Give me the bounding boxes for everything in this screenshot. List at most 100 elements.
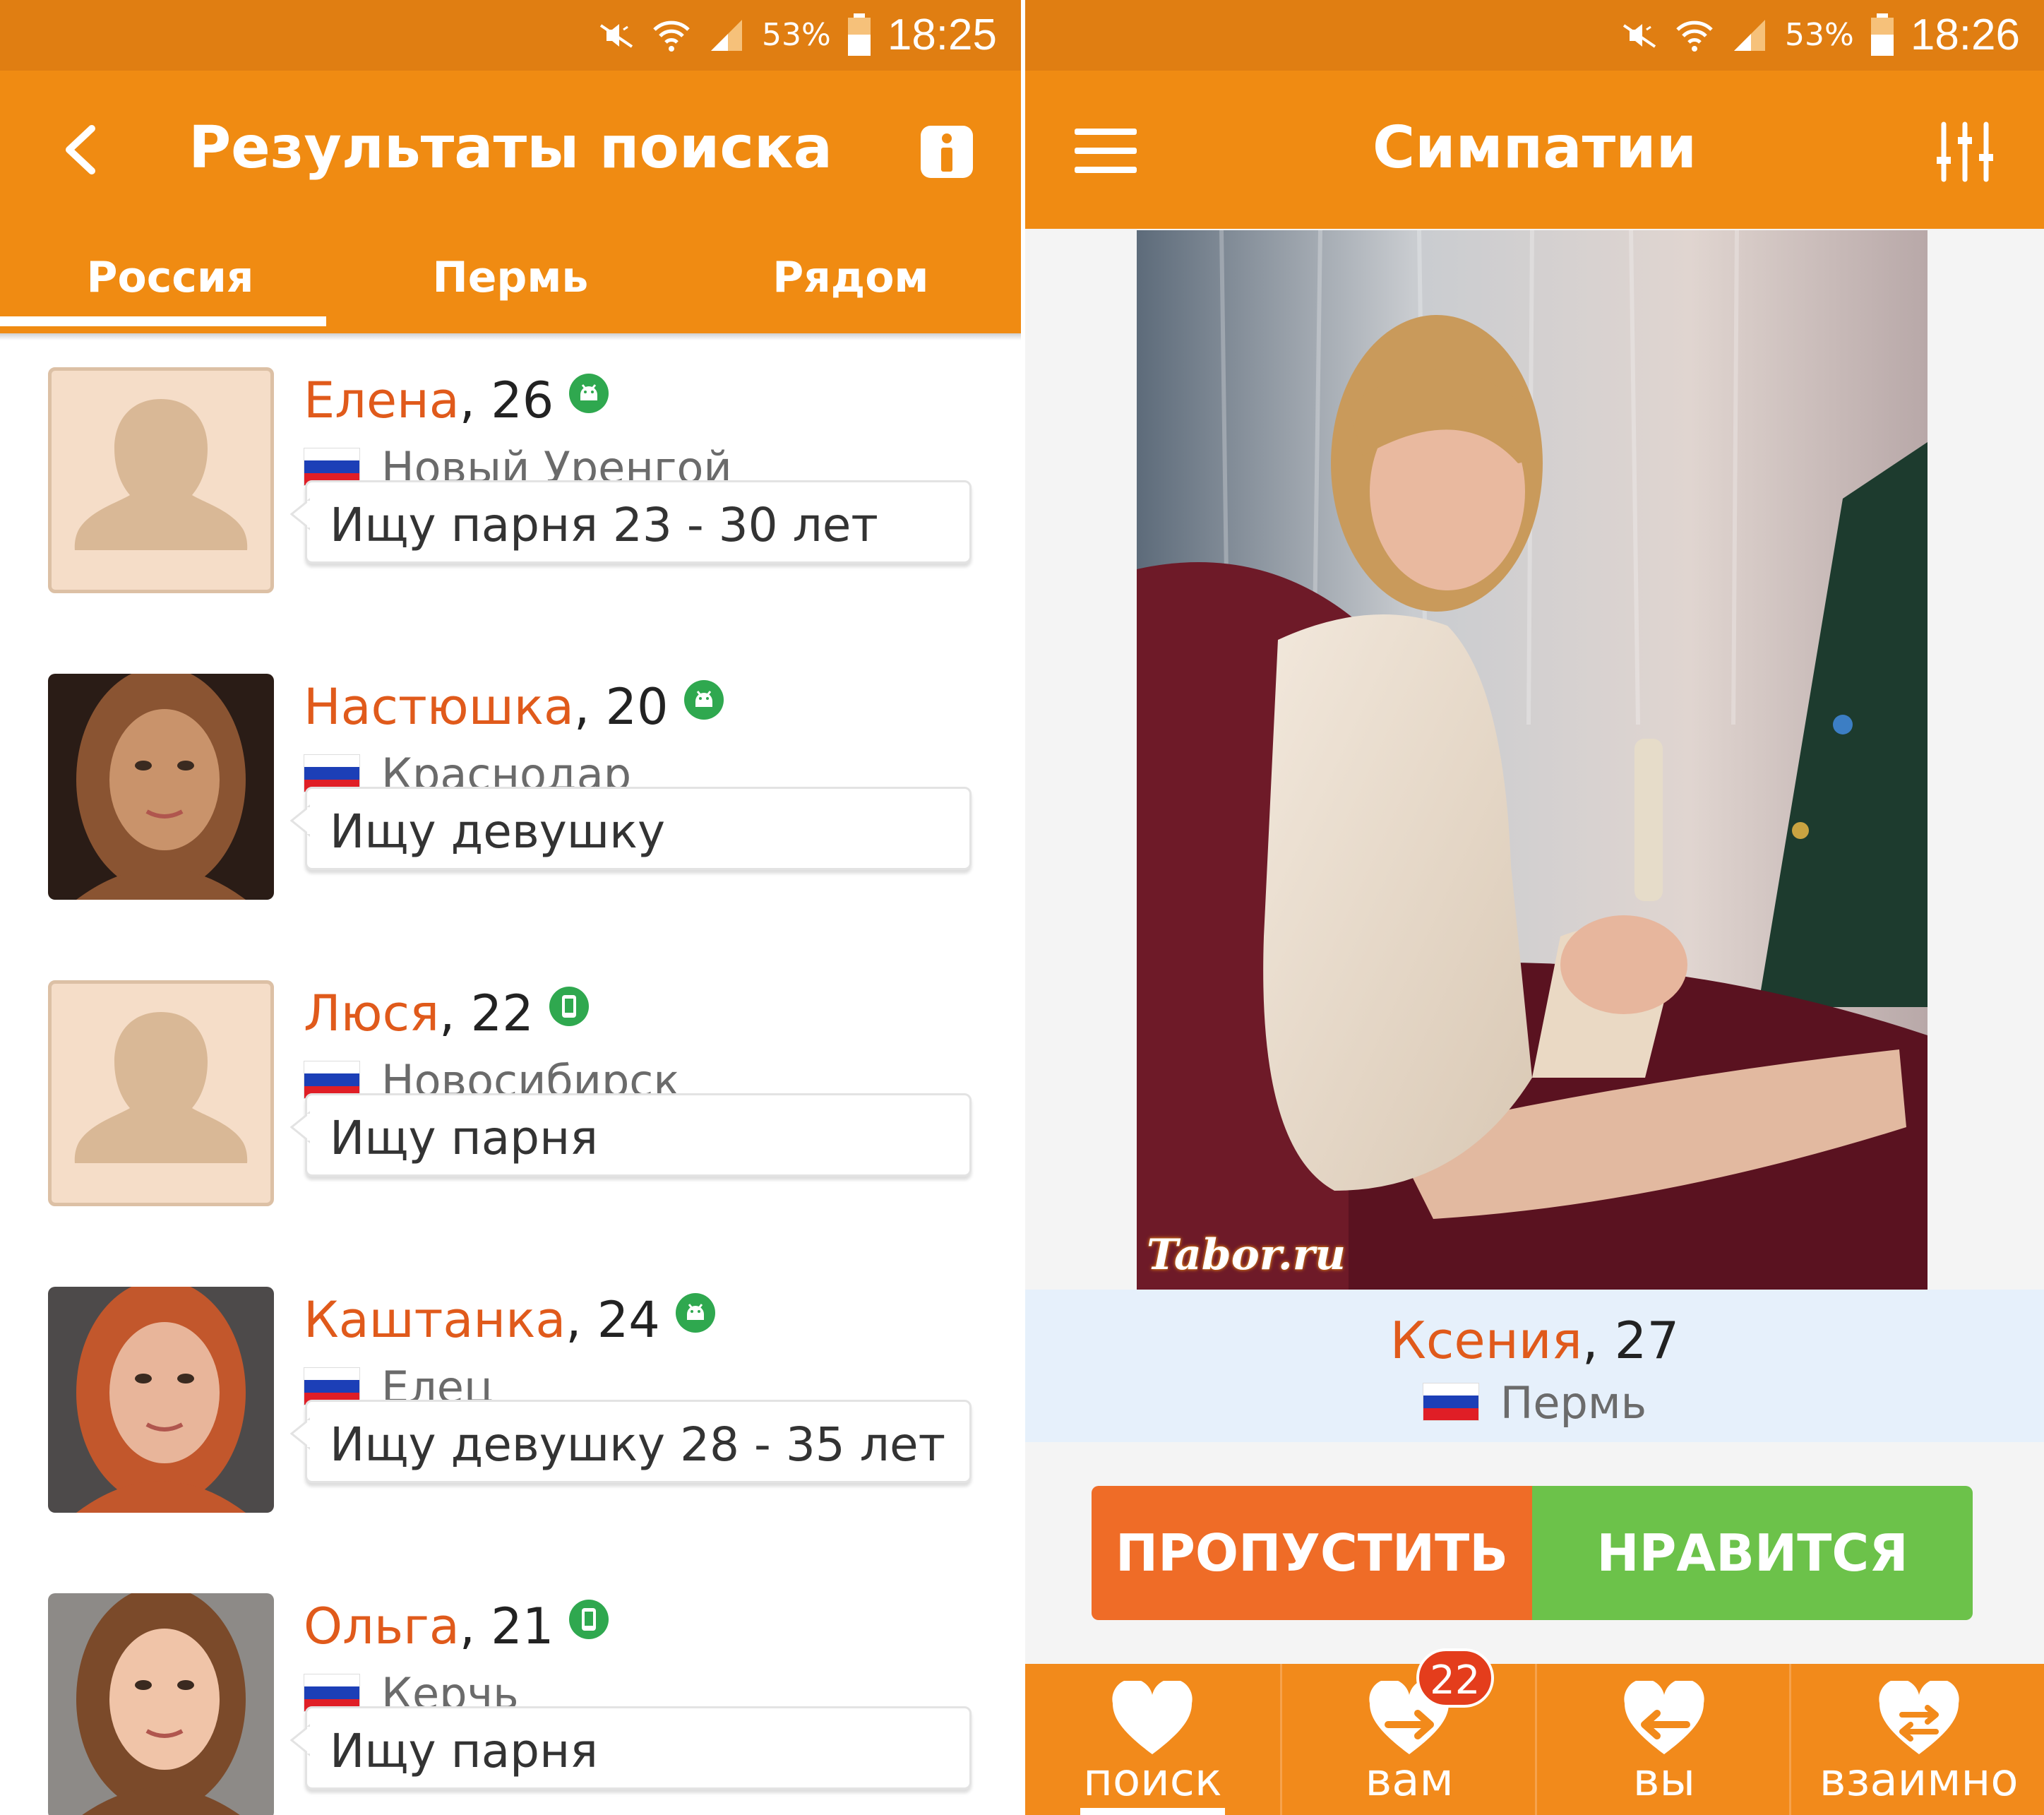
seeking-text: Ищу парня 23 - 30 лет xyxy=(330,498,878,552)
mute-icon xyxy=(599,23,633,48)
filter-sliders-icon[interactable] xyxy=(1935,120,1995,184)
nav-search-label: поиск xyxy=(1083,1754,1222,1807)
nav-to-you[interactable]: 22 вам xyxy=(1279,1648,1537,1815)
clock: 18:25 xyxy=(887,11,997,59)
avatar-photo[interactable] xyxy=(48,1593,274,1815)
user-age: , 20 xyxy=(573,678,669,736)
seeking-text: Ищу парня xyxy=(330,1111,598,1165)
list-item[interactable]: Каштанка, 24 Елец Ищу девушку 28 - 35 лет xyxy=(0,1261,1021,1570)
user-age: , 24 xyxy=(566,1291,660,1349)
person-silhouette-icon xyxy=(74,399,248,550)
seeking-bubble: Ищу парня xyxy=(290,1093,972,1177)
incoming-count-badge: 22 xyxy=(1416,1648,1494,1708)
tabs-shadow xyxy=(0,333,1021,340)
heart-mutual-icon xyxy=(1879,1681,1959,1754)
person-silhouette-icon xyxy=(74,1012,248,1163)
watermark: Tabor.ru xyxy=(1147,1230,1346,1280)
list-item[interactable]: Ольга, 21 Керчь Ищу парня xyxy=(0,1568,1021,1815)
android-icon xyxy=(569,374,609,413)
app-bar: Результаты поиска xyxy=(0,71,1021,229)
battery-icon xyxy=(1870,13,1894,56)
wifi-icon xyxy=(653,20,690,52)
mute-icon xyxy=(1622,23,1656,48)
nav-active-indicator xyxy=(1080,1808,1225,1815)
avatar-photo[interactable] xyxy=(48,1287,274,1513)
bubble-tail xyxy=(290,804,310,837)
sympathy-screen: 53% 18:26 Симпатии Tabor.ru Ксения, 27 П… xyxy=(1025,0,2044,1815)
seeking-text: Ищу девушку 28 - 35 лет xyxy=(330,1417,946,1472)
skip-button[interactable]: ПРОПУСТИТЬ xyxy=(1092,1486,1532,1620)
name-line: Каштанка, 24 xyxy=(304,1291,715,1349)
app-bar: Симпатии xyxy=(1025,71,2044,229)
name-line: Настюшка, 20 xyxy=(304,678,724,736)
user-name[interactable]: Настюшка xyxy=(304,678,574,736)
nav-search[interactable]: поиск xyxy=(1025,1664,1280,1815)
user-age: , 22 xyxy=(439,984,534,1042)
profile-photo-image xyxy=(1137,230,1928,1290)
profile-age: , 27 xyxy=(1582,1311,1680,1370)
list-item[interactable]: Елена, 26 Новый Уренгой Ищу парня 23 - 30 … xyxy=(0,342,1021,650)
bubble-tail xyxy=(290,1724,310,1756)
like-button[interactable]: НРАВИТСЯ xyxy=(1532,1486,1973,1620)
heart-icon xyxy=(1112,1681,1193,1754)
mobile-icon xyxy=(549,987,589,1026)
bubble-tail xyxy=(290,1417,310,1450)
user-age: , 21 xyxy=(459,1597,554,1655)
name-line: Люся, 22 xyxy=(304,984,589,1042)
profile-city: Пермь xyxy=(1500,1377,1647,1429)
name-line: Ольга, 21 xyxy=(304,1597,609,1655)
bubble-tail xyxy=(290,1111,310,1143)
avatar-photo-image xyxy=(48,1287,274,1513)
profile-city-line: Пермь xyxy=(1025,1377,2044,1429)
russia-flag-icon xyxy=(1422,1383,1479,1421)
status-bar: 53% 18:25 xyxy=(0,0,1021,71)
name-line: Елена, 26 xyxy=(304,371,609,429)
user-name[interactable]: Люся xyxy=(304,984,439,1042)
seeking-bubble: Ищу девушку 28 - 35 лет xyxy=(290,1400,972,1483)
info-icon[interactable] xyxy=(919,124,974,179)
user-age: , 26 xyxy=(459,371,554,429)
nav-by-you[interactable]: вы xyxy=(1534,1664,1792,1815)
avatar-photo-image xyxy=(48,1593,274,1815)
list-item[interactable]: Люся, 22 Новосибирск Ищу парня xyxy=(0,955,1021,1263)
avatar-placeholder[interactable] xyxy=(48,980,274,1206)
signal-icon xyxy=(711,19,743,51)
nav-to-you-label: вам xyxy=(1365,1754,1454,1807)
clock: 18:26 xyxy=(1910,11,2020,59)
battery-icon xyxy=(847,13,871,56)
tab-russia[interactable]: Россия xyxy=(0,253,340,302)
profile-name[interactable]: Ксения xyxy=(1390,1311,1582,1370)
seeking-bubble: Ищу парня 23 - 30 лет xyxy=(290,480,972,564)
battery-percent: 53% xyxy=(762,17,831,53)
battery-percent: 53% xyxy=(1785,17,1854,53)
user-name[interactable]: Елена xyxy=(304,371,460,429)
list-item[interactable]: Настюшка, 20 Краснодар Ищу девушку xyxy=(0,648,1021,957)
avatar-placeholder[interactable] xyxy=(48,367,274,593)
signal-icon xyxy=(1734,19,1766,51)
android-icon xyxy=(683,680,724,720)
tab-nearby[interactable]: Рядом xyxy=(681,253,1021,302)
mobile-icon xyxy=(569,1600,609,1639)
heart-outgoing-icon xyxy=(1624,1681,1704,1754)
profile-photo[interactable]: Tabor.ru xyxy=(1137,230,1928,1290)
android-icon xyxy=(675,1293,715,1333)
bubble-tail xyxy=(290,498,310,530)
avatar-photo[interactable] xyxy=(48,674,274,900)
seeking-bubble: Ищу девушку xyxy=(290,787,972,870)
user-name[interactable]: Ольга xyxy=(304,1597,460,1655)
nav-mutual[interactable]: взаимно xyxy=(1789,1664,2044,1815)
profile-summary: Ксения, 27 Пермь xyxy=(1025,1290,2044,1442)
nav-mutual-label: взаимно xyxy=(1819,1754,2019,1807)
nav-by-you-label: вы xyxy=(1632,1754,1695,1807)
page-title: Симпатии xyxy=(1372,114,1697,182)
user-name[interactable]: Каштанка xyxy=(304,1291,566,1349)
seeking-text: Ищу парня xyxy=(330,1724,598,1778)
wifi-icon xyxy=(1676,20,1713,52)
bottom-navigation: поиск 22 вам вы взаимно xyxy=(1025,1648,2044,1815)
search-results-screen: 53% 18:25 Результаты поиска Россия Пермь… xyxy=(0,0,1021,1815)
seeking-bubble: Ищу парня xyxy=(290,1706,972,1790)
status-bar: 53% 18:26 xyxy=(1025,0,2044,71)
avatar-photo-image xyxy=(48,674,274,900)
active-tab-indicator xyxy=(0,316,326,326)
tab-perm[interactable]: Пермь xyxy=(340,253,681,302)
